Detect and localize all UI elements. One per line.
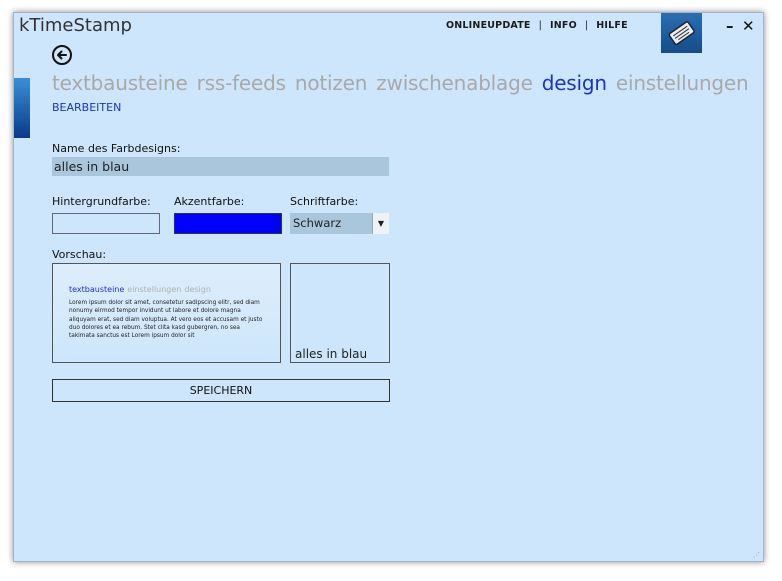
app-window: kTimeStamp ONLINEUPDATE | INFO | HILFE – ✕ t… bbox=[13, 12, 764, 562]
preview-panel: textbausteine einstellungen design Lorem i… bbox=[52, 263, 281, 363]
back-button[interactable] bbox=[52, 45, 72, 65]
main-tabs: textbausteine rss-feeds notizen zwischenabl… bbox=[52, 71, 758, 95]
preview-text: Lorem ipsum dolor sit amet, consetetur s… bbox=[69, 300, 263, 340]
accent-bar bbox=[14, 78, 30, 138]
tab-design[interactable]: design bbox=[542, 71, 607, 95]
name-label: Name des Farbdesigns: bbox=[52, 142, 181, 155]
preview-tabs: textbausteine einstellungen design bbox=[69, 285, 211, 294]
font-color-select[interactable]: Schwarz ▼ bbox=[290, 213, 389, 234]
resize-grip-icon[interactable]: ⋰ bbox=[753, 551, 761, 559]
chevron-down-icon[interactable]: ▼ bbox=[372, 213, 389, 234]
preview-tab: design bbox=[184, 285, 211, 294]
accent-color-swatch[interactable] bbox=[174, 213, 282, 234]
subtab-bearbeiten[interactable]: BEARBEITEN bbox=[52, 101, 121, 114]
font-color-label: Schriftfarbe: bbox=[290, 195, 359, 208]
hilfe-link[interactable]: HILFE bbox=[596, 20, 628, 31]
top-navigation: ONLINEUPDATE | INFO | HILFE bbox=[446, 20, 628, 31]
preview-tile: alles in blau bbox=[290, 263, 390, 363]
design-name-input[interactable] bbox=[52, 157, 389, 176]
preview-design-name: alles in blau bbox=[295, 347, 368, 361]
accent-color-label: Akzentfarbe: bbox=[174, 195, 245, 208]
tab-notizen[interactable]: notizen bbox=[295, 71, 368, 95]
preview-label: Vorschau: bbox=[52, 248, 107, 261]
save-button[interactable]: SPEICHERN bbox=[52, 379, 390, 402]
tab-einstellungen[interactable]: einstellungen bbox=[616, 71, 749, 95]
onlineupdate-link[interactable]: ONLINEUPDATE bbox=[446, 20, 531, 31]
separator: | bbox=[538, 20, 543, 31]
font-color-value: Schwarz bbox=[293, 216, 342, 230]
background-color-swatch[interactable] bbox=[52, 213, 160, 234]
background-color-label: Hintergrundfarbe: bbox=[52, 195, 151, 208]
keyboard-icon bbox=[668, 21, 695, 46]
info-link[interactable]: INFO bbox=[550, 20, 577, 31]
preview-tab: einstellungen bbox=[127, 285, 182, 294]
app-logo-icon bbox=[661, 13, 702, 53]
arrow-left-icon bbox=[57, 50, 67, 60]
preview-tab-active: textbausteine bbox=[69, 285, 125, 294]
tab-textbausteine[interactable]: textbausteine bbox=[52, 71, 188, 95]
minimize-button[interactable]: – bbox=[726, 17, 734, 35]
tab-rss-feeds[interactable]: rss-feeds bbox=[197, 71, 286, 95]
app-title: kTimeStamp bbox=[19, 15, 132, 36]
tab-zwischenablage[interactable]: zwischenablage bbox=[376, 71, 533, 95]
separator: | bbox=[584, 20, 589, 31]
close-button[interactable]: ✕ bbox=[742, 17, 755, 35]
